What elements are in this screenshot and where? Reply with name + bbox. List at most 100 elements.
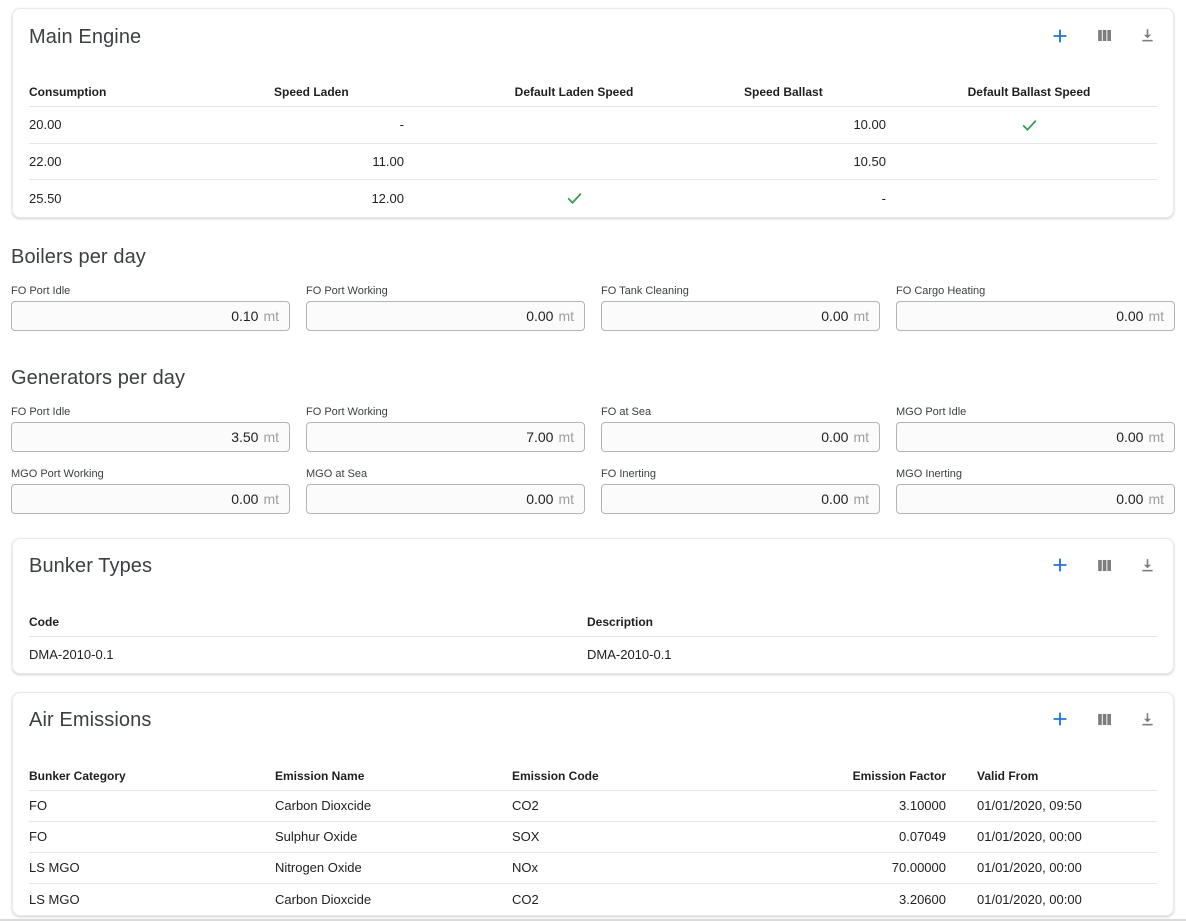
fo-port-idle-field: FO Port Idle mt [11, 285, 290, 331]
field-label: FO Inerting [601, 468, 880, 480]
table-row[interactable]: FO Carbon Dioxcide CO2 3.10000 01/01/202… [29, 791, 1157, 822]
plus-icon [1049, 25, 1071, 50]
column-header-description: Description [587, 615, 1157, 629]
unit-label: mt [853, 429, 869, 445]
table-row[interactable]: 22.00 11.00 10.50 [29, 144, 1157, 181]
field-label: FO Tank Cleaning [601, 285, 880, 297]
columns-button[interactable] [1095, 710, 1114, 732]
check-icon [419, 190, 729, 206]
boilers-section: Boilers per day FO Port Idle mt FO Port … [11, 246, 1175, 331]
air-emissions-column-headers: Bunker Category Emission Name Emission C… [29, 769, 1157, 791]
main-engine-toolbar [1049, 25, 1157, 50]
field-label: FO Port Working [306, 406, 585, 418]
boilers-title: Boilers per day [11, 246, 1175, 269]
table-row[interactable]: FO Sulphur Oxide SOX 0.07049 01/01/2020,… [29, 822, 1157, 853]
fo-port-working-field: FO Port Working mt [306, 285, 585, 331]
cell-consumption: 25.50 [29, 191, 259, 206]
download-button[interactable] [1138, 556, 1157, 578]
plus-icon [1049, 554, 1071, 579]
fo-cargo-heating-input[interactable] [907, 308, 1143, 324]
cell-emission-name: Sulphur Oxide [275, 829, 512, 844]
main-engine-title: Main Engine [29, 26, 141, 49]
generators-fields-row-2: MGO Port Working mt MGO at Sea mt FO Ine… [11, 468, 1175, 514]
table-row[interactable]: 25.50 12.00 - [29, 180, 1157, 217]
cell-bunker-category: FO [29, 829, 275, 844]
fo-port-working-input[interactable] [317, 308, 553, 324]
cell-emission-name: Carbon Dioxcide [275, 892, 512, 907]
download-button[interactable] [1138, 26, 1157, 48]
cell-speed-laden: - [259, 117, 419, 132]
column-header-default-laden-speed: Default Laden Speed [419, 85, 729, 99]
cell-emission-factor: 3.10000 [762, 798, 952, 813]
download-icon [1138, 26, 1157, 48]
generators-title: Generators per day [11, 367, 1175, 390]
mgo-port-working-input[interactable] [22, 491, 258, 507]
main-engine-card: Main Engine Consumption Speed Laden Defa… [12, 8, 1174, 218]
table-row[interactable]: 20.00 - 10.00 [29, 107, 1157, 144]
fo-inerting-field: FO Inerting mt [601, 468, 880, 514]
add-button[interactable] [1049, 708, 1071, 733]
fo-at-sea-input[interactable] [612, 429, 848, 445]
table-row[interactable]: LS MGO Carbon Dioxcide CO2 3.20600 01/01… [29, 884, 1157, 915]
unit-label: mt [853, 308, 869, 324]
add-button[interactable] [1049, 554, 1071, 579]
mgo-inerting-input[interactable] [907, 491, 1143, 507]
fo-inerting-input[interactable] [612, 491, 848, 507]
column-header-speed-laden: Speed Laden [259, 85, 419, 99]
fo-tank-cleaning-field: FO Tank Cleaning mt [601, 285, 880, 331]
unit-label: mt [263, 429, 279, 445]
table-row[interactable]: LS MGO Nitrogen Oxide NOx 70.00000 01/01… [29, 853, 1157, 884]
generators-section: Generators per day FO Port Idle mt FO Po… [11, 367, 1175, 514]
add-button[interactable] [1049, 25, 1071, 50]
mgo-at-sea-input[interactable] [317, 491, 553, 507]
cell-emission-code: CO2 [512, 798, 762, 813]
field-label: MGO Inerting [896, 468, 1175, 480]
fo-cargo-heating-field: FO Cargo Heating mt [896, 285, 1175, 331]
columns-button[interactable] [1095, 556, 1114, 578]
cell-bunker-category: FO [29, 798, 275, 813]
unit-label: mt [1148, 429, 1164, 445]
unit-label: mt [1148, 491, 1164, 507]
cell-speed-ballast: 10.50 [729, 154, 901, 169]
fo-port-idle-input[interactable] [22, 308, 258, 324]
fo-at-sea-field: FO at Sea mt [601, 406, 880, 452]
air-emissions-toolbar [1049, 708, 1157, 733]
field-label: FO Port Idle [11, 285, 290, 297]
mgo-port-working-field: MGO Port Working mt [11, 468, 290, 514]
fo-tank-cleaning-input[interactable] [612, 308, 848, 324]
cell-description: DMA-2010-0.1 [587, 647, 1157, 662]
fo-port-working-input[interactable] [317, 429, 553, 445]
field-label: MGO Port Working [11, 468, 290, 480]
fo-port-idle-input[interactable] [22, 429, 258, 445]
download-icon [1138, 710, 1157, 732]
cell-emission-factor: 0.07049 [762, 829, 952, 844]
unit-label: mt [558, 491, 574, 507]
air-emissions-header: Air Emissions [29, 709, 1157, 733]
cell-emission-code: CO2 [512, 892, 762, 907]
unit-label: mt [1148, 308, 1164, 324]
air-emissions-title: Air Emissions [29, 709, 151, 732]
cell-emission-code: NOx [512, 860, 762, 875]
unit-label: mt [558, 308, 574, 324]
unit-label: mt [853, 491, 869, 507]
bunker-types-title: Bunker Types [29, 555, 152, 578]
table-row[interactable]: DMA-2010-0.1 DMA-2010-0.1 [29, 637, 1157, 673]
cell-speed-laden: 11.00 [259, 154, 419, 169]
columns-icon [1095, 710, 1114, 732]
field-label: FO Port Working [306, 285, 585, 297]
columns-icon [1095, 26, 1114, 48]
cell-speed-ballast: - [729, 191, 901, 206]
cell-emission-name: Carbon Dioxcide [275, 798, 512, 813]
unit-label: mt [263, 491, 279, 507]
page-bottom-divider [0, 919, 1186, 921]
columns-button[interactable] [1095, 26, 1114, 48]
air-emissions-card: Air Emissions Bunker Category Emission N… [12, 692, 1174, 916]
cell-valid-from: 01/01/2020, 00:00 [952, 892, 1157, 907]
mgo-port-idle-input[interactable] [907, 429, 1143, 445]
column-header-default-ballast-speed: Default Ballast Speed [901, 85, 1157, 99]
unit-label: mt [263, 308, 279, 324]
cell-valid-from: 01/01/2020, 00:00 [952, 860, 1157, 875]
download-button[interactable] [1138, 710, 1157, 732]
column-header-emission-name: Emission Name [275, 769, 512, 783]
field-label: FO Port Idle [11, 406, 290, 418]
